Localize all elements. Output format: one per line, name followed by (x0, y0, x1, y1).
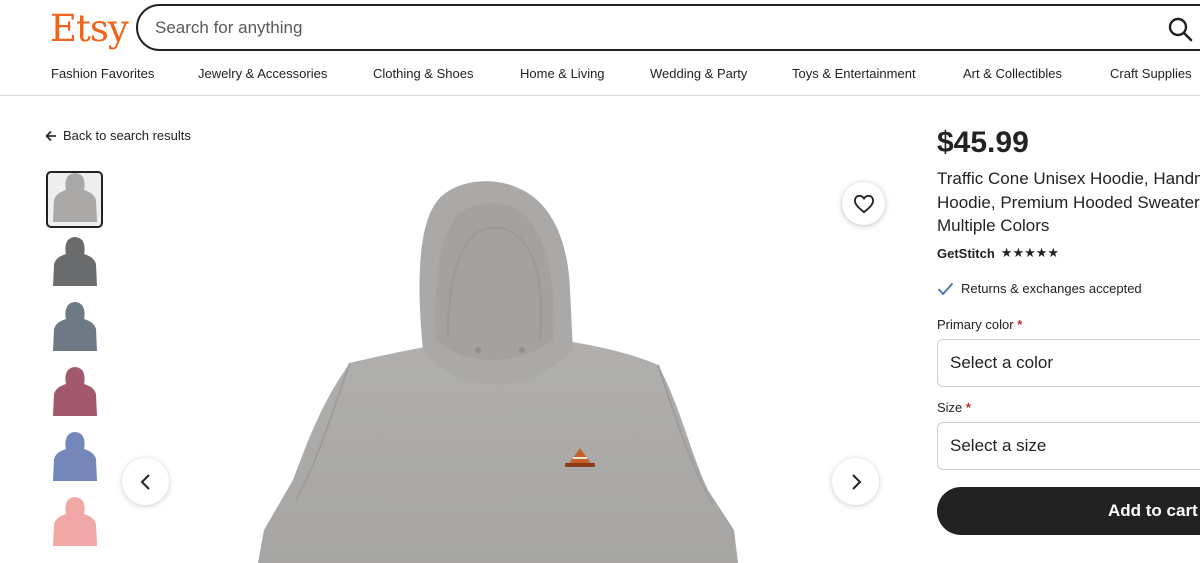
search-button[interactable] (1166, 15, 1196, 45)
previous-image-button[interactable] (122, 458, 169, 505)
checkmark-icon (937, 282, 954, 295)
nav-toys-entertainment[interactable]: Toys & Entertainment (792, 66, 916, 81)
shop-name-link[interactable]: GetStitch (937, 246, 995, 261)
size-label-text: Size (937, 400, 963, 415)
size-label: Size * (937, 400, 971, 415)
etsy-logo[interactable]: Etsy (50, 7, 129, 50)
favorite-button[interactable] (842, 182, 885, 225)
primary-color-select-value: Select a color (950, 353, 1053, 372)
product-main-image (118, 160, 898, 563)
category-nav: Fashion Favorites Jewelry & Accessories … (0, 66, 1200, 86)
star-rating[interactable]: ★★★★★ (1001, 245, 1059, 261)
returns-info: Returns & exchanges accepted (937, 281, 1142, 296)
returns-label: Returns & exchanges accepted (961, 281, 1142, 296)
next-image-button[interactable] (832, 458, 879, 505)
heart-icon (853, 194, 874, 213)
thumb-mauve[interactable] (46, 365, 103, 422)
nav-wedding-party[interactable]: Wedding & Party (650, 66, 747, 81)
nav-fashion-favorites[interactable]: Fashion Favorites (51, 66, 154, 81)
hoodie-thumbnail-icon (52, 236, 97, 286)
search-icon (1168, 17, 1193, 42)
nav-craft-supplies[interactable]: Craft Supplies (1110, 66, 1192, 81)
product-title-line: Hoodie, Premium Hooded Sweater, (937, 192, 1200, 212)
hoodie-thumbnail-icon (52, 496, 97, 546)
primary-color-label-text: Primary color (937, 317, 1014, 332)
search-bar (136, 4, 1200, 51)
thumb-slate-blue[interactable] (46, 300, 103, 357)
primary-color-select[interactable]: Select a color (937, 339, 1200, 387)
hoodie-thumbnail-icon (52, 366, 97, 416)
hoodie-thumbnail-icon (52, 431, 97, 481)
hoodie-image (258, 181, 738, 563)
nav-clothing-shoes[interactable]: Clothing & Shoes (373, 66, 473, 81)
back-to-search-link[interactable]: Back to search results (45, 128, 191, 143)
thumb-charcoal[interactable] (46, 235, 103, 292)
arrow-left-icon (45, 130, 56, 141)
add-to-cart-button[interactable]: Add to cart (937, 487, 1200, 535)
primary-color-label: Primary color * (937, 317, 1022, 332)
nav-art-collectibles[interactable]: Art & Collectibles (963, 66, 1062, 81)
thumb-carbon-grey[interactable] (46, 171, 103, 228)
size-select[interactable]: Select a size (937, 422, 1200, 470)
chevron-left-icon (140, 473, 150, 490)
product-price: $45.99 (937, 126, 1029, 159)
back-link-label: Back to search results (63, 128, 191, 143)
thumb-peach[interactable] (46, 495, 103, 552)
product-title: Traffic Cone Unisex Hoodie, Handm Hoodie… (937, 167, 1200, 238)
search-input[interactable] (155, 15, 1055, 41)
product-title-line: Traffic Cone Unisex Hoodie, Handm (937, 169, 1200, 188)
header: Etsy Fashion Favorites Jewelry & Accesso… (0, 0, 1200, 96)
product-title-line: Multiple Colors (937, 216, 1050, 235)
shop-info: GetStitch ★★★★★ (937, 245, 1059, 261)
nav-jewelry-accessories[interactable]: Jewelry & Accessories (198, 66, 327, 81)
chevron-right-icon (851, 473, 861, 490)
hoodie-thumbnail-icon (52, 173, 97, 222)
thumb-periwinkle[interactable] (46, 430, 103, 487)
size-select-value: Select a size (950, 436, 1047, 455)
required-mark: * (965, 400, 971, 415)
nav-home-living[interactable]: Home & Living (520, 66, 605, 81)
add-to-cart-label: Add to cart (1108, 501, 1198, 520)
hoodie-thumbnail-icon (52, 301, 97, 351)
required-mark: * (1017, 317, 1023, 332)
